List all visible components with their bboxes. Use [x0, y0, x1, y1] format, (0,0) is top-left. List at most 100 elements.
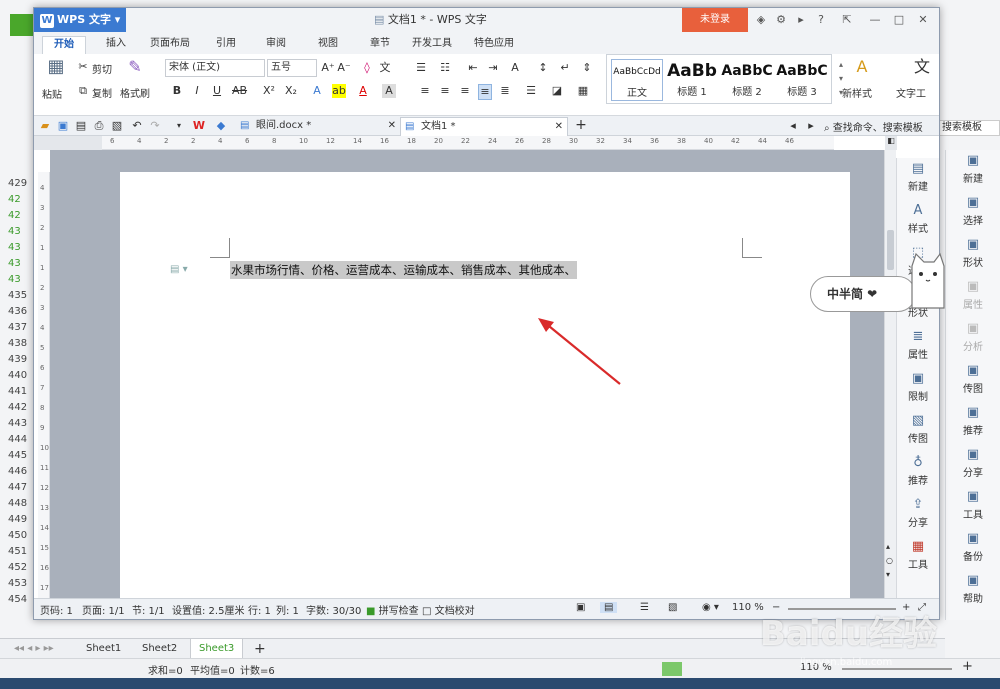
phonetic-icon[interactable]: 文 [378, 61, 392, 75]
text-effect-icon[interactable]: A [310, 84, 324, 98]
tab-7[interactable]: 开发工具 [406, 36, 458, 54]
align-left-icon[interactable]: ≡ [418, 84, 432, 98]
font-color-icon[interactable]: A [356, 84, 370, 98]
normal-view-icon[interactable] [662, 662, 682, 676]
selected-text[interactable]: 水果市场行情、价格、运营成本、运输成本、销售成本、其他成本、 [230, 261, 577, 279]
document-page[interactable]: ▤ ▾ 水果市场行情、价格、运营成本、运输成本、销售成本、其他成本、 [120, 172, 850, 602]
decrease-indent-icon[interactable]: ⇤ [466, 61, 480, 75]
doc-tab-1-close-icon[interactable]: ✕ [388, 117, 396, 135]
spellcheck-toggle[interactable]: ■ 拼写检查 [366, 602, 419, 617]
style-3[interactable]: AaBbC 标题 3 [776, 59, 828, 101]
bg-side-button-6[interactable]: ▣ 推荐 [946, 402, 1000, 444]
open-icon[interactable]: ▰ [38, 119, 52, 133]
scroll-down-icon[interactable]: ▾ [886, 570, 890, 579]
bg-side-button-0[interactable]: ▣ 新建 [946, 150, 1000, 192]
align-center-icon[interactable]: ≡ [438, 84, 452, 98]
text-tools-button[interactable]: 文字工 [896, 85, 926, 100]
sheet-tab-1[interactable]: Sheet1 [78, 639, 129, 659]
underline-icon[interactable]: U [210, 84, 224, 98]
new-tab-icon[interactable]: + [574, 118, 588, 132]
borders-icon[interactable]: ▦ [576, 84, 590, 98]
tab-4[interactable]: 审阅 [254, 36, 298, 54]
subscript-icon[interactable]: X₂ [284, 84, 298, 98]
strikethrough-icon[interactable]: AB [232, 84, 247, 98]
bg-side-button-3[interactable]: ▣ 属性 [946, 276, 1000, 318]
pane-button-6[interactable]: ▧ 传图 [897, 410, 939, 452]
gallery-scroll-down-icon[interactable]: ▾ [834, 72, 848, 86]
shading-icon[interactable]: ◪ [550, 84, 564, 98]
bg-zoom-in-icon[interactable]: + [962, 659, 973, 674]
app-menu-button[interactable]: W WPS 文字 ▾ [34, 8, 126, 32]
cut-icon[interactable]: ✂ [76, 60, 90, 74]
print-icon[interactable]: ⎙ [92, 119, 106, 133]
print-preview-icon[interactable]: ▤ [74, 119, 88, 133]
bullets-icon[interactable]: ☰ [414, 61, 428, 75]
paragraph-spacing-icon[interactable]: ☰ [524, 84, 538, 98]
pane-button-8[interactable]: ⇪ 分享 [897, 494, 939, 536]
italic-icon[interactable]: I [190, 84, 204, 98]
maximize-icon[interactable]: □ [892, 13, 906, 27]
vertical-ruler[interactable]: 4 3 2 1 1 2 3 4 5 6 7 8 9 10 11 12 13 14 15 16 17 [38, 172, 50, 598]
numbering-icon[interactable]: ☷ [438, 61, 452, 75]
forward-icon[interactable]: ▸ [804, 119, 818, 133]
bg-side-button-4[interactable]: ▣ 分析 [946, 318, 1000, 360]
tab-5[interactable]: 视图 [306, 36, 350, 54]
justify-icon[interactable]: ≡ [478, 84, 492, 100]
superscript-icon[interactable]: X² [262, 84, 276, 98]
vertical-scrollbar[interactable]: ▴ ○ ▾ [884, 150, 896, 598]
add-sheet-button[interactable]: + [246, 639, 274, 659]
pane-button-5[interactable]: ▣ 限制 [897, 368, 939, 410]
paste-icon[interactable]: ▦ [46, 58, 66, 76]
doc-tab-2-close-icon[interactable]: ✕ [555, 118, 563, 136]
eye-protect-icon[interactable]: ◉ ▾ [702, 602, 719, 613]
pane-button-9[interactable]: ▦ 工具 [897, 536, 939, 578]
login-button[interactable]: 未登录 [682, 8, 748, 32]
new-style-icon[interactable]: A [852, 59, 872, 75]
style-2[interactable]: AaBbC 标题 2 [721, 59, 773, 101]
scroll-up-icon[interactable]: ▴ [886, 542, 890, 551]
bg-side-button-8[interactable]: ▣ 工具 [946, 486, 1000, 528]
tab-3[interactable]: 引用 [204, 36, 248, 54]
fullscreen-view-icon[interactable]: ▣ [576, 602, 585, 613]
ruler-toggle-icon[interactable]: ◧ [885, 136, 897, 150]
undo-icon[interactable]: ↶ [130, 119, 144, 133]
bg-side-button-2[interactable]: ▣ 形状 [946, 234, 1000, 276]
web-view-icon[interactable]: ▧ [668, 602, 677, 613]
cut-button[interactable]: 剪切 [92, 61, 112, 76]
align-right-icon[interactable]: ≡ [458, 84, 472, 98]
tab-6[interactable]: 章节 [358, 36, 402, 54]
gallery-scroll-up-icon[interactable]: ▴ [834, 58, 848, 72]
pane-button-4[interactable]: ≣ 属性 [897, 326, 939, 368]
style-0[interactable]: AaBbCcDd 正文 [611, 59, 663, 101]
style-1[interactable]: AaBb 标题 1 [666, 59, 718, 101]
restore-ribbon-icon[interactable]: ⇱ [840, 13, 854, 27]
redo-icon[interactable]: ↷ [148, 119, 162, 133]
format-painter-button[interactable]: 格式刷 [120, 85, 150, 100]
help-icon[interactable]: ? [814, 13, 828, 27]
clear-format-icon[interactable]: ◊ [360, 61, 374, 75]
paragraph-handle-icon[interactable]: ▤ ▾ [170, 263, 188, 277]
wps-home-icon[interactable]: W [192, 119, 206, 133]
grow-font-icon[interactable]: A⁺ [321, 61, 335, 75]
scroll-select-icon[interactable]: ○ [886, 556, 893, 565]
bg-side-button-1[interactable]: ▣ 选择 [946, 192, 1000, 234]
sort-icon[interactable]: ↕ [536, 61, 550, 75]
font-name-select[interactable]: 宋体 (正文) [165, 59, 265, 77]
minimize-icon[interactable]: — [868, 13, 882, 27]
sheet-tab-3[interactable]: Sheet3 [190, 639, 244, 659]
text-case-icon[interactable]: A [508, 61, 522, 75]
horizontal-ruler[interactable]: 6 4 2 2 4 6 8 10 12 14 16 18 20 22 24 26 28 30 32 34 36 38 40 4… [102, 136, 834, 150]
tab-0[interactable]: 开始 [42, 36, 86, 54]
bg-search-template[interactable]: 搜索模板 [938, 120, 1000, 136]
skin-icon[interactable]: ◈ [754, 13, 768, 27]
quick-access-dropdown-icon[interactable]: ▾ [172, 119, 186, 133]
copy-button[interactable]: 复制 [92, 85, 112, 100]
new-style-button[interactable]: 新样式 [842, 85, 872, 100]
bg-side-button-7[interactable]: ▣ 分享 [946, 444, 1000, 486]
zoom-level[interactable]: 110 % [732, 602, 764, 613]
distribute-icon[interactable]: ≣ [498, 84, 512, 98]
sheet-nav-arrows[interactable]: ◂◂ ◂ ▸ ▸▸ [6, 639, 62, 659]
pane-button-1[interactable]: A 样式 [897, 200, 939, 242]
search-command-box[interactable]: ⌕ 查找命令、搜索模板 [824, 119, 923, 134]
bg-side-button-10[interactable]: ▣ 帮助 [946, 570, 1000, 612]
